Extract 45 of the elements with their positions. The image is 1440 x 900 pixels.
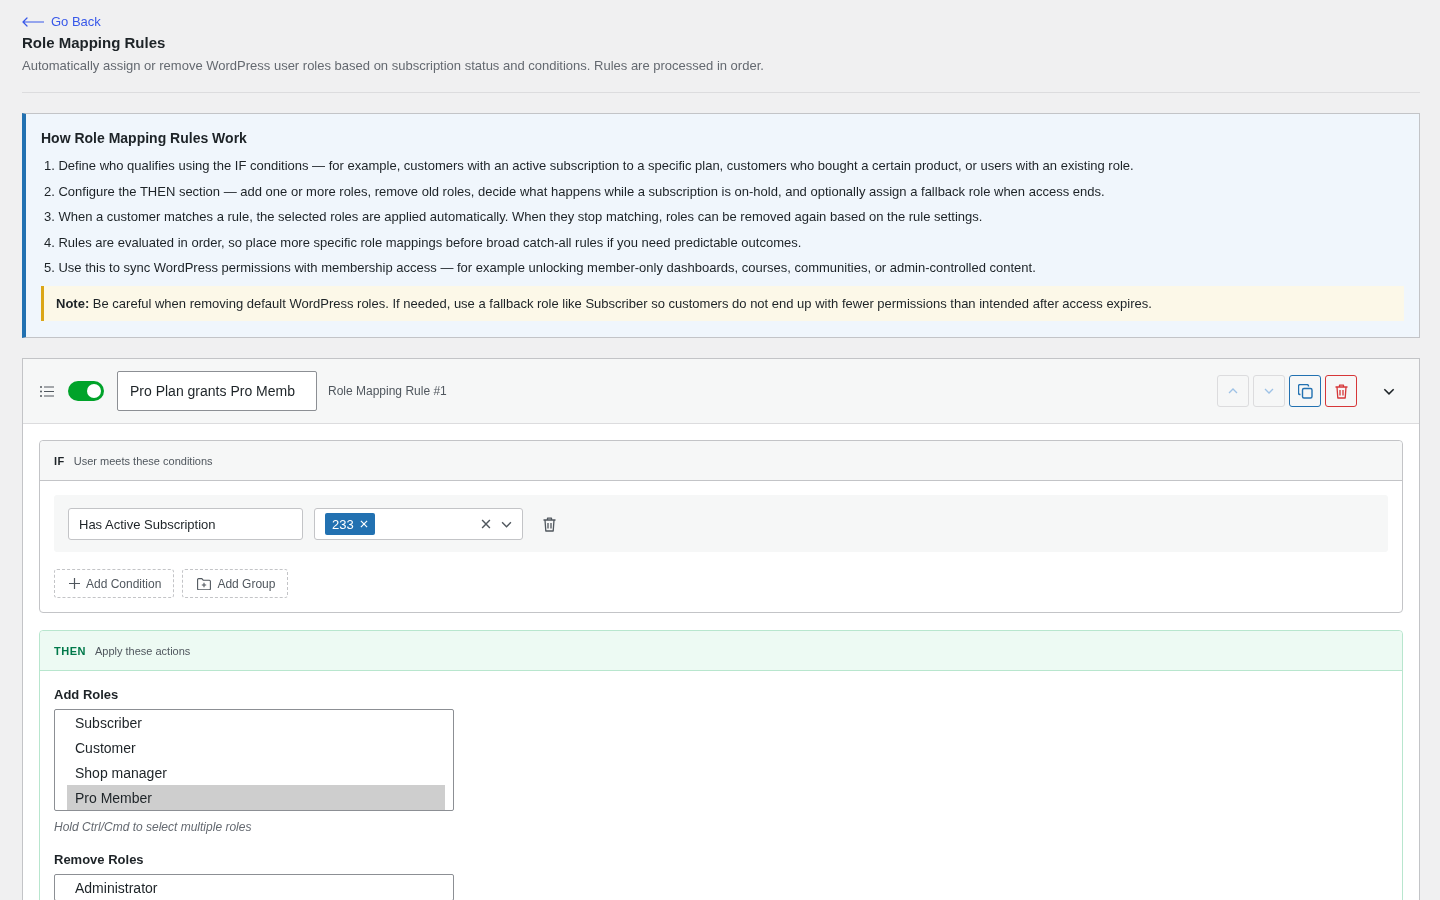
section-keyword: THEN — [54, 644, 86, 657]
info-step: 5. Use this to sync WordPress permissions with membership access — for example unlocking member-only dashboards, courses, communities, or admin-controlled content. — [41, 258, 1404, 278]
info-step: 3. When a customer matches a rule, the selected roles are applied automatically. When they stop matching, roles can be removed again based on the rule settings. — [41, 207, 1404, 227]
chevron-down-icon — [1264, 388, 1274, 394]
info-step: 1. Define who qualifies using the IF conditions — for example, customers with an active subscription to a specific plan, customers who bought a certain product, or users with an existing role. — [41, 156, 1404, 176]
trash-icon[interactable] — [543, 516, 556, 532]
enable-toggle[interactable] — [68, 381, 104, 401]
value-tag[interactable]: 233 — [325, 513, 375, 535]
go-back-link[interactable]: Go Back — [22, 13, 101, 31]
info-step: 4. Rules are evaluated in order, so place more specific role mappings before broad catch-all rules if you need predictable outcomes. — [41, 232, 1404, 253]
roles-listbox[interactable]: Subscriber Customer Shop manager Pro Member — [54, 709, 454, 811]
chevron-down-icon[interactable] — [501, 520, 512, 528]
add-group-button[interactable]: Add Group — [182, 569, 289, 598]
field-label: Add Roles — [54, 686, 120, 703]
clear-icon[interactable] — [481, 519, 491, 529]
role-option[interactable]: Shop manager — [67, 760, 445, 785]
role-option[interactable]: Pro Member — [67, 785, 445, 810]
value-select[interactable]: 233 — [314, 508, 523, 540]
folder-plus-icon — [197, 577, 212, 590]
role-option[interactable]: Customer — [67, 735, 445, 760]
info-title: How Role Mapping Rules Work — [41, 129, 248, 148]
page-description: Automatically assign or remove WordPress user roles based on subscription status and conditions. Rules are processed in order. — [22, 57, 765, 75]
copy-icon — [1297, 383, 1313, 399]
duplicate-button[interactable] — [1289, 375, 1321, 407]
close-icon — [359, 520, 368, 528]
plus-icon — [69, 578, 80, 589]
rule-name-field[interactable]: Pro Plan grants Pro Memb — [117, 371, 317, 411]
chevron-down-icon[interactable] — [1383, 387, 1395, 395]
condition-type-select[interactable]: Has Active Subscription — [68, 508, 303, 540]
role-option[interactable]: Subscriber — [67, 710, 445, 735]
arrow-left-icon — [22, 17, 44, 27]
add-condition-button[interactable]: Add Condition — [54, 569, 175, 598]
field-hint: Hold Ctrl/Cmd to select multiple roles — [54, 819, 253, 835]
rule-label: Role Mapping Rule #1 — [328, 384, 447, 398]
section-keyword: IF — [54, 454, 65, 467]
delete-button[interactable] — [1325, 375, 1357, 407]
section-caption: User meets these conditions — [73, 454, 213, 467]
chevron-up-icon — [1228, 388, 1238, 394]
field-label: Remove Roles — [54, 851, 145, 868]
trash-icon — [1334, 383, 1348, 399]
section-caption: Apply these actions — [94, 644, 191, 657]
page-title: Role Mapping Rules — [22, 33, 167, 53]
warning-note: Note: Be careful when removing default WordPress roles. If needed, use a fallback role like Subscriber so customers do not end up with fewer permissions than intended after access expires. — [41, 286, 1404, 321]
list-icon[interactable] — [40, 385, 54, 397]
info-step: 2. Configure the THEN section — add one or more roles, remove old roles, decide what happens while a subscription is on-hold, and optionally assign a fallback role when access ends. — [41, 181, 1404, 202]
